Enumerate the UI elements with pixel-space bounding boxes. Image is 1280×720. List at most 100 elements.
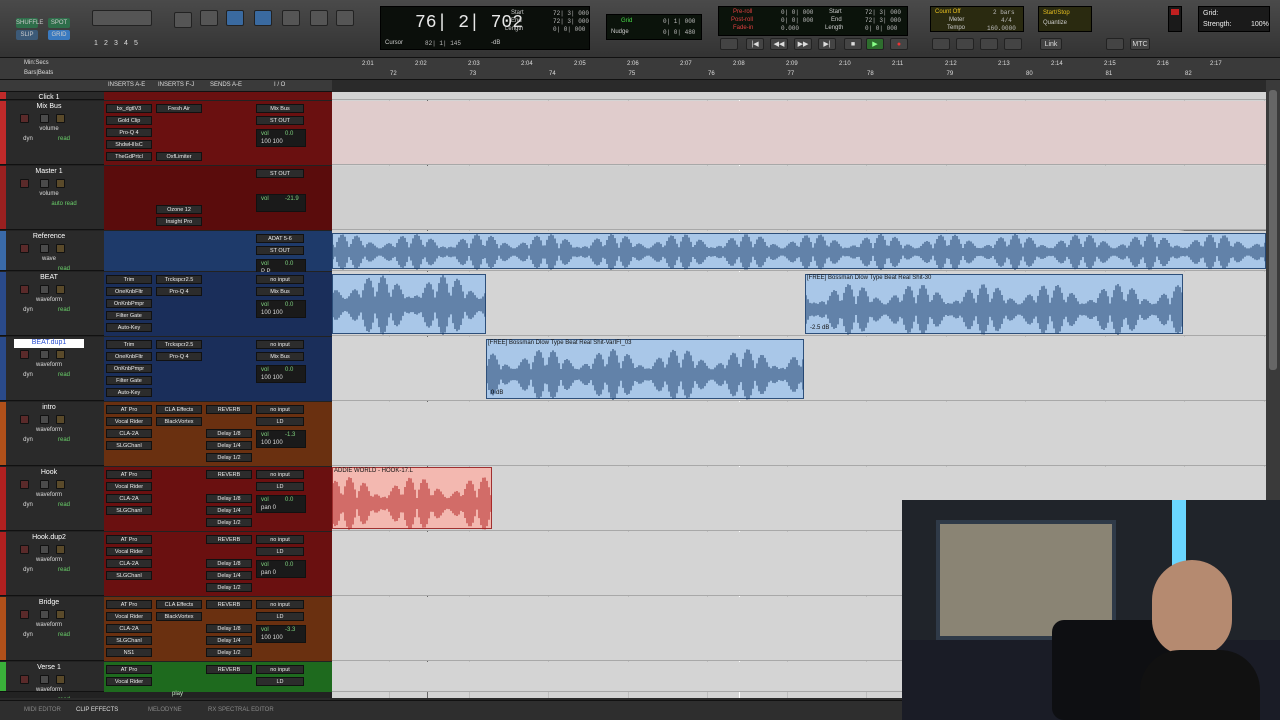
send-slot[interactable]: [206, 547, 252, 556]
selection-start[interactable]: 72| 3| 000: [553, 10, 589, 17]
insert-slot[interactable]: OxfLimiter: [156, 152, 202, 161]
solo-button[interactable]: [40, 480, 49, 489]
slip-mode-button[interactable]: SLIP: [16, 30, 38, 40]
volume-value[interactable]: -3.3: [285, 627, 295, 633]
zoom-preset-5[interactable]: 5: [134, 40, 138, 47]
send-slot[interactable]: Delay 1/4: [206, 441, 252, 450]
scrubber-tool-icon[interactable]: [310, 10, 328, 26]
insert-slot[interactable]: CLA Effects: [156, 405, 202, 414]
grid-value-label[interactable]: Grid: [621, 18, 632, 24]
insert-slot[interactable]: Trim: [106, 340, 152, 349]
grid-label-right[interactable]: Grid:: [1203, 10, 1218, 17]
automation-mode-selector[interactable]: read: [44, 371, 84, 380]
track-view-selector[interactable]: waveform: [20, 426, 78, 435]
dyn-selector[interactable]: dyn: [8, 371, 48, 380]
track-lane[interactable]: [332, 166, 1266, 230]
insert-slot[interactable]: SLGChanl: [106, 441, 152, 450]
beat-dup-clip[interactable]: [FREE] Bossman Dlow Type Beat Real Shit-…: [486, 339, 804, 400]
dyn-selector[interactable]: dyn: [8, 436, 48, 445]
track-name[interactable]: BEAT: [14, 274, 84, 283]
insert-slot[interactable]: Gold Clip: [106, 116, 152, 125]
volume-pan-display[interactable]: vol 0.0 100 100: [256, 365, 306, 383]
input-selector[interactable]: no input: [256, 600, 304, 609]
track-header-click-1[interactable]: Click 1: [0, 92, 332, 101]
input-selector[interactable]: Mix Bus: [256, 104, 304, 113]
dyn-selector[interactable]: dyn: [8, 501, 48, 510]
output-selector[interactable]: LD: [256, 482, 304, 491]
insert-slot[interactable]: bx_dgtlV3: [106, 104, 152, 113]
zoom-buttons[interactable]: [92, 10, 152, 26]
solo-button[interactable]: [40, 114, 49, 123]
insert-slot[interactable]: Pro-Q 4: [106, 128, 152, 137]
solo-button[interactable]: [40, 350, 49, 359]
pan-value[interactable]: 100 100: [261, 440, 283, 446]
track-name[interactable]: Bridge: [14, 599, 84, 608]
insert-slot[interactable]: Vocal Rider: [106, 547, 152, 556]
send-slot[interactable]: REVERB: [206, 470, 252, 479]
solo-button[interactable]: [40, 610, 49, 619]
track-view-selector[interactable]: waveform: [20, 491, 78, 500]
track-name[interactable]: Hook: [14, 469, 84, 478]
automation-mode-selector[interactable]: read: [44, 436, 84, 445]
trim-tool-icon[interactable]: [226, 10, 244, 26]
track-name[interactable]: intro: [14, 404, 84, 413]
automation-mode-selector[interactable]: auto read: [44, 200, 84, 209]
input-selector[interactable]: ST OUT: [256, 169, 304, 178]
insert-slot[interactable]: Vocal Rider: [106, 677, 152, 686]
pencil-tool-icon[interactable]: [336, 10, 354, 26]
insert-slot[interactable]: AT Pro: [106, 405, 152, 414]
mute-button[interactable]: [56, 610, 65, 619]
volume-value[interactable]: -1.3: [285, 432, 295, 438]
record-enable-button[interactable]: [20, 350, 29, 359]
meter-value[interactable]: 4/4: [1001, 17, 1012, 24]
track-header-hook[interactable]: Hook waveform read dyn AT Pro Vocal Rider CLA-…: [0, 467, 332, 531]
rewind-button[interactable]: ◀◀: [770, 38, 788, 50]
send-slot[interactable]: Delay 1/8: [206, 559, 252, 568]
send-slot[interactable]: Delay 1/4: [206, 506, 252, 515]
insert-slot[interactable]: Trckspcr2.5: [156, 340, 202, 349]
midi-merge-button[interactable]: [1004, 38, 1022, 50]
automation-mode-selector[interactable]: read: [44, 501, 84, 510]
track-view-selector[interactable]: volume: [20, 190, 78, 199]
mute-button[interactable]: [56, 179, 65, 188]
insert-slot[interactable]: CLA-2A: [106, 559, 152, 568]
solo-button[interactable]: [40, 179, 49, 188]
main-counter[interactable]: 76| 2| 702 Start End Length 72| 3| 000 7…: [380, 6, 590, 50]
automation-mode-selector[interactable]: read: [44, 696, 84, 698]
record-enable-button[interactable]: [20, 545, 29, 554]
track-view-selector[interactable]: waveform: [20, 556, 78, 565]
io-header[interactable]: I / O: [274, 82, 285, 88]
send-slot[interactable]: Delay 1/2: [206, 583, 252, 592]
insert-slot[interactable]: AT Pro: [106, 600, 152, 609]
send-slot[interactable]: Delay 1/2: [206, 453, 252, 462]
transport-start[interactable]: 72| 3| 000: [865, 9, 901, 16]
tempo-value[interactable]: 160.0000: [987, 25, 1016, 32]
spot-mode-button[interactable]: SPOT: [48, 18, 70, 28]
clip-gain[interactable]: -2.5 dB: [810, 325, 829, 331]
insert-slot[interactable]: Pro-Q 4: [156, 287, 202, 296]
volume-value[interactable]: -21.9: [285, 196, 299, 202]
grabber-tool-icon[interactable]: [282, 10, 300, 26]
mute-button[interactable]: [56, 415, 65, 424]
record-enable-button[interactable]: [20, 610, 29, 619]
grid-value[interactable]: 0| 1| 000: [663, 18, 695, 25]
track-header-beat[interactable]: BEAT waveform read dyn Trim OneKnbFltr OnKnbPm…: [0, 272, 332, 336]
record-enable-button[interactable]: [20, 285, 29, 294]
track-header-mix-bus[interactable]: Mix Bus volume read dyn bx_dgtlV3 Gold Clip Pr…: [0, 101, 332, 165]
mtc-button[interactable]: MTC: [1130, 38, 1150, 50]
output-selector[interactable]: LD: [256, 612, 304, 621]
selection-length[interactable]: 0| 0| 000: [553, 26, 585, 33]
send-slot[interactable]: Delay 1/2: [206, 648, 252, 657]
dyn-selector[interactable]: dyn: [8, 566, 48, 575]
preroll-value[interactable]: 0| 0| 000: [781, 9, 813, 16]
track-header-intro[interactable]: intro waveform read dyn AT Pro Vocal Rider CLA…: [0, 402, 332, 466]
send-slot[interactable]: [206, 482, 252, 491]
track-name[interactable]: Master 1: [14, 168, 84, 177]
track-name[interactable]: Mix Bus: [14, 103, 84, 112]
insert-slot[interactable]: Vocal Rider: [106, 417, 152, 426]
input-selector[interactable]: no input: [256, 470, 304, 479]
timeline-ruler[interactable]: Min:Secs Bars|Beats 2:01 2:02 2:03 2:04 2:05…: [0, 58, 1280, 80]
pan-value[interactable]: 100 100: [261, 310, 283, 316]
pan-value[interactable]: 100 100: [261, 139, 283, 145]
loop-record-button[interactable]: [932, 38, 950, 50]
